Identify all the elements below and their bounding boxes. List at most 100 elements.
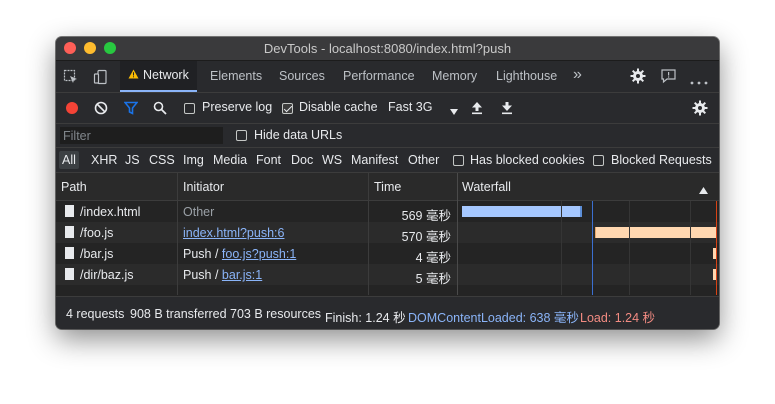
summary-finish: Finish: 1.24 秒 (325, 311, 406, 325)
more-tabs-button[interactable]: » (573, 66, 582, 84)
import-har-icon[interactable] (471, 101, 483, 118)
tab-network[interactable]: Network (120, 61, 197, 92)
sort-ascending-icon[interactable] (699, 183, 708, 197)
hide-data-urls-label: Hide data URLs (254, 128, 343, 142)
domcontentloaded-marker (592, 201, 593, 295)
table-row[interactable]: /index.html Other 569 毫秒 (56, 201, 457, 223)
waterfall-gridline (629, 201, 630, 295)
table-header: Path Initiator Time Waterfall (56, 173, 719, 201)
row-initiator-link[interactable]: foo.js?push:1 (222, 247, 296, 261)
blocked-requests-label: Blocked Requests (611, 153, 712, 167)
window-title: DevTools - localhost:8080/index.html?pus… (263, 41, 512, 56)
waterfall-gridline (690, 201, 691, 295)
device-toolbar-icon[interactable] (93, 69, 109, 88)
warning-icon (128, 61, 139, 90)
waterfall-row (458, 222, 719, 243)
column-header-time[interactable]: Time (374, 180, 401, 194)
load-marker (716, 201, 717, 295)
resource-type-bar: All XHR JS CSS Img Media Font Doc WS Man… (56, 148, 719, 173)
row-initiator-prefix: Push / (183, 247, 222, 261)
waterfall-gridline (561, 201, 562, 295)
export-har-icon[interactable] (501, 101, 513, 118)
network-request-table: Path Initiator Time Waterfall /index.htm… (56, 173, 719, 295)
table-row[interactable]: /dir/baz.js Push / bar.js:1 5 毫秒 (56, 264, 457, 286)
waterfall-row (458, 201, 719, 222)
summary-domcontentloaded: DOMContentLoaded: 638 毫秒 (408, 311, 579, 325)
type-filter-css[interactable]: CSS (149, 153, 175, 167)
type-filter-img[interactable]: Img (183, 153, 204, 167)
tab-network-label: Network (143, 68, 189, 82)
waterfall-row (458, 264, 719, 285)
type-filter-ws[interactable]: WS (322, 153, 342, 167)
type-filter-js[interactable]: JS (125, 153, 140, 167)
tab-memory[interactable]: Memory (432, 69, 477, 83)
row-initiator-link[interactable]: bar.js:1 (222, 268, 262, 282)
record-icon[interactable] (65, 101, 79, 118)
summary-requests: 4 requests (66, 307, 125, 321)
title-bar: DevTools - localhost:8080/index.html?pus… (56, 37, 719, 61)
column-header-path[interactable]: Path (61, 180, 87, 194)
search-icon[interactable] (153, 101, 167, 118)
row-path: /foo.js (80, 226, 114, 240)
row-path: /bar.js (80, 247, 114, 261)
summary-load: Load: 1.24 秒 (580, 311, 656, 325)
row-path: /index.html (80, 205, 141, 219)
dropdown-arrow-icon (450, 104, 458, 118)
table-row[interactable]: /foo.js index.html?push:6 570 毫秒 (56, 222, 457, 244)
has-blocked-cookies-label: Has blocked cookies (470, 153, 585, 167)
tab-sources[interactable]: Sources (279, 69, 325, 83)
column-header-initiator[interactable]: Initiator (183, 180, 224, 194)
waterfall-bar-script[interactable] (595, 227, 716, 238)
column-divider[interactable] (457, 173, 458, 295)
settings-gear-icon[interactable] (630, 68, 646, 87)
blocked-requests-checkbox[interactable] (593, 155, 604, 166)
document-file-icon (65, 205, 74, 217)
row-initiator: Push / foo.js?push:1 (183, 247, 296, 261)
feedback-icon[interactable] (660, 68, 677, 87)
type-filter-all-label: All (62, 153, 76, 167)
filter-input[interactable] (60, 127, 223, 144)
type-filter-other[interactable]: Other (408, 153, 439, 167)
row-initiator: Push / bar.js:1 (183, 268, 262, 282)
table-row[interactable]: /bar.js Push / foo.js?push:1 4 毫秒 (56, 243, 457, 265)
throttling-value: Fast 3G (388, 100, 433, 114)
panel-tab-bar: Network Elements Sources Performance Mem… (56, 61, 719, 93)
devtools-window: DevTools - localhost:8080/index.html?pus… (56, 37, 719, 329)
preserve-log-checkbox[interactable] (184, 103, 195, 114)
column-header-waterfall[interactable]: Waterfall (462, 180, 511, 194)
network-settings-gear-icon[interactable] (692, 100, 708, 119)
waterfall-row (458, 243, 719, 264)
summary-transferred: 908 B transferred (130, 307, 227, 321)
clear-icon[interactable] (94, 101, 108, 118)
more-options-icon[interactable] (690, 74, 708, 88)
waterfall-bar-document[interactable] (462, 206, 582, 217)
type-filter-font[interactable]: Font (256, 153, 281, 167)
tab-elements[interactable]: Elements (210, 69, 262, 83)
filter-icon[interactable] (123, 101, 139, 118)
type-filter-doc[interactable]: Doc (291, 153, 313, 167)
filter-bar: Hide data URLs (56, 124, 719, 148)
type-filter-manifest[interactable]: Manifest (351, 153, 398, 167)
disable-cache-label: Disable cache (299, 100, 378, 114)
row-initiator-prefix: Push / (183, 268, 222, 282)
disable-cache-checkbox[interactable] (282, 103, 293, 114)
row-initiator: Other (183, 205, 215, 219)
column-divider[interactable] (177, 173, 178, 295)
inspect-element-icon[interactable] (63, 69, 79, 88)
throttling-select[interactable]: Fast 3G (383, 96, 461, 118)
summary-resources: 703 B resources (230, 307, 322, 321)
script-file-icon (65, 247, 74, 259)
tab-performance[interactable]: Performance (343, 69, 415, 83)
type-filter-all[interactable]: All (59, 151, 79, 169)
row-path: /dir/baz.js (80, 268, 134, 282)
type-filter-media[interactable]: Media (213, 153, 247, 167)
has-blocked-cookies-checkbox[interactable] (453, 155, 464, 166)
type-filter-xhr[interactable]: XHR (91, 153, 117, 167)
preserve-log-label: Preserve log (202, 100, 273, 114)
tab-lighthouse[interactable]: Lighthouse (496, 69, 557, 83)
summary-bar: 4 requests 908 B transferred 703 B resou… (56, 296, 719, 329)
row-initiator-link[interactable]: index.html?push:6 (183, 226, 284, 240)
row-time: 5 毫秒 (415, 272, 451, 286)
column-divider[interactable] (368, 173, 369, 295)
hide-data-urls-checkbox[interactable] (236, 130, 247, 141)
